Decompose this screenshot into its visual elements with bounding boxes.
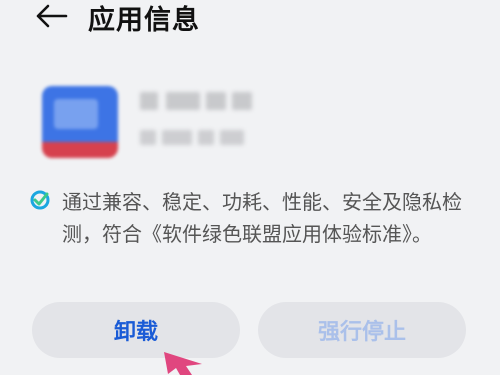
certification-notice: 通过兼容、稳定、功耗、性能、安全及隐私检测，符合《软件绿色联盟应用体验标准》。 bbox=[30, 186, 480, 250]
app-version-blurred bbox=[138, 126, 248, 148]
app-name-blurred bbox=[138, 88, 256, 114]
uninstall-button[interactable]: 卸载 bbox=[32, 302, 240, 358]
shield-check-icon bbox=[30, 190, 50, 210]
back-arrow-icon[interactable] bbox=[34, 2, 68, 30]
app-info-screen: 应用信息 通过兼容、稳定、功耗、性能、安全及隐私检测，符合《软件绿色联盟应用体验… bbox=[0, 0, 500, 375]
page-title: 应用信息 bbox=[88, 5, 200, 36]
app-icon bbox=[42, 86, 118, 158]
force-stop-button[interactable]: 强行停止 bbox=[258, 302, 466, 358]
certification-text: 通过兼容、稳定、功耗、性能、安全及隐私检测，符合《软件绿色联盟应用体验标准》。 bbox=[62, 190, 462, 246]
